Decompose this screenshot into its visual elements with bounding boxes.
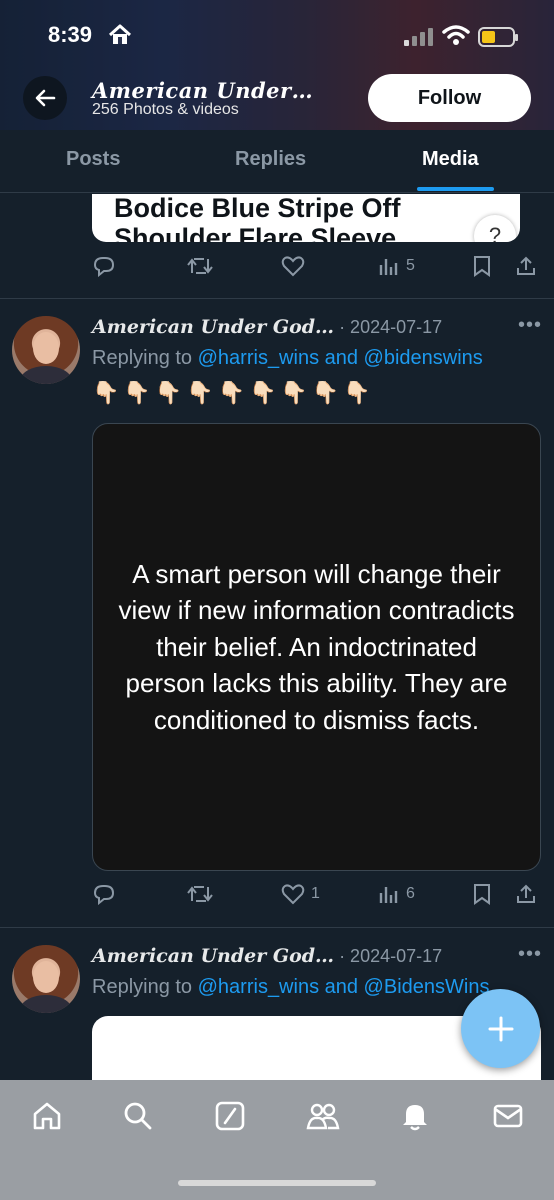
views-chart-icon: [379, 259, 398, 275]
views-chart-icon: [379, 887, 398, 903]
battery-icon: [478, 27, 518, 47]
card-title-line2: Shoulder Flare Sleeve: [114, 223, 397, 242]
follow-button[interactable]: Follow: [368, 74, 531, 122]
compose-button[interactable]: [461, 989, 540, 1068]
reply-icon: [93, 257, 115, 277]
image-quote-text: A smart person will change their view if…: [118, 558, 515, 735]
avatar[interactable]: [12, 945, 80, 1013]
tweet-date: · 2024-07-17: [339, 946, 443, 966]
reply-button[interactable]: [92, 255, 122, 277]
views-button[interactable]: 6: [378, 883, 415, 905]
messages-envelope-icon[interactable]: [492, 1100, 524, 1132]
reply-button[interactable]: [92, 883, 122, 905]
tweet-divider: [0, 927, 554, 928]
tweet-divider: [0, 298, 554, 299]
back-arrow-icon: [35, 89, 56, 107]
heart-icon: [281, 256, 305, 277]
profile-name: American Under…: [92, 78, 314, 103]
views-count: 6: [406, 885, 415, 902]
profile-tabs: Posts Replies Media: [0, 130, 554, 193]
replying-to: Replying to @harris_wins and @bidenswins: [92, 347, 483, 370]
notifications-bell-icon[interactable]: [400, 1100, 430, 1132]
bookmark-button[interactable]: [472, 255, 492, 277]
wifi-icon: [442, 25, 470, 45]
share-icon: [517, 256, 535, 275]
media-count: 256 Photos & videos: [92, 101, 239, 118]
mention-link[interactable]: @harris_wins and @BidensWins: [198, 976, 490, 998]
tweet-author[interactable]: American Under God…: [92, 945, 334, 967]
tab-media[interactable]: Media: [422, 148, 479, 171]
retweet-button[interactable]: [187, 883, 219, 905]
bookmark-icon: [474, 256, 490, 277]
share-button[interactable]: [515, 883, 537, 905]
link-card[interactable]: Bodice Blue Stripe Off Shoulder Flare Sl…: [92, 194, 520, 242]
tweet-header: American Under God… · 2024-07-17: [92, 316, 442, 338]
bookmark-icon: [474, 884, 490, 905]
replying-prefix: Replying to: [92, 347, 198, 369]
tweet-date: · 2024-07-17: [339, 317, 443, 337]
search-icon[interactable]: [122, 1100, 154, 1132]
share-button[interactable]: [515, 255, 537, 277]
help-button[interactable]: ?: [474, 215, 516, 242]
tweet-header: American Under God… · 2024-07-17: [92, 945, 442, 967]
like-count: 1: [311, 885, 320, 902]
home-indicator[interactable]: [178, 1180, 376, 1186]
tweet-actions: 5: [92, 255, 542, 285]
views-count: 5: [406, 257, 415, 274]
like-button[interactable]: 1: [281, 883, 320, 905]
tab-replies[interactable]: Replies: [235, 148, 306, 171]
retweet-icon: [187, 886, 213, 902]
tweet-author[interactable]: American Under God…: [92, 316, 334, 338]
retweet-button[interactable]: [187, 255, 219, 277]
home-status-icon: [108, 24, 132, 44]
media-feed[interactable]: Bodice Blue Stripe Off Shoulder Flare Sl…: [0, 194, 554, 1080]
like-button[interactable]: [281, 255, 311, 277]
more-options-button[interactable]: •••: [518, 943, 542, 966]
more-options-button[interactable]: •••: [518, 314, 542, 337]
grok-icon[interactable]: [214, 1100, 246, 1132]
active-tab-indicator: [417, 187, 494, 191]
card-title-line1: Bodice Blue Stripe Off: [114, 194, 401, 223]
profile-header: 8:39 American Under… 256 Photos & videos…: [0, 0, 554, 130]
tweet-media-image[interactable]: A smart person will change their view if…: [92, 423, 541, 871]
tab-posts[interactable]: Posts: [66, 148, 120, 171]
cellular-signal-icon: [404, 28, 433, 46]
plus-icon: [488, 1016, 513, 1041]
replying-to: Replying to @harris_wins and @BidensWins: [92, 976, 489, 999]
status-bar: 8:39: [0, 0, 554, 70]
replying-prefix: Replying to: [92, 976, 198, 998]
home-icon[interactable]: [31, 1100, 63, 1132]
mention-link[interactable]: @harris_wins and @bidenswins: [198, 347, 483, 369]
views-button[interactable]: 5: [378, 255, 415, 277]
avatar[interactable]: [12, 316, 80, 384]
reply-icon: [93, 885, 115, 905]
bookmark-button[interactable]: [472, 883, 492, 905]
status-time: 8:39: [48, 22, 93, 47]
share-icon: [517, 884, 535, 903]
retweet-icon: [187, 258, 213, 274]
back-button[interactable]: [23, 76, 67, 120]
tweet-text-emojis: 👇🏻👇🏻👇🏻👇🏻👇🏻👇🏻👇🏻👇🏻👇🏻: [92, 380, 375, 405]
heart-icon: [281, 884, 305, 905]
communities-icon[interactable]: [306, 1100, 340, 1132]
tweet-actions: 1 6: [92, 883, 542, 913]
